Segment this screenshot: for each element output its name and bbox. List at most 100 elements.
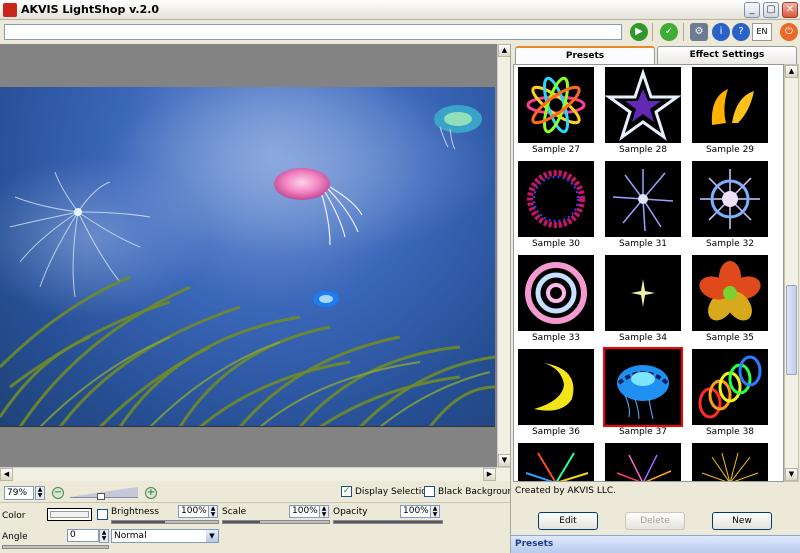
help-icon[interactable]: ? — [732, 23, 750, 41]
preset-item[interactable]: Sample 33 — [514, 255, 598, 349]
zoom-out-icon[interactable]: − — [52, 487, 64, 499]
window-title: AKVIS LightShop v.2.0 — [21, 3, 160, 16]
settings-icon[interactable]: ⚙ — [690, 23, 708, 41]
preset-label: Sample 38 — [705, 427, 755, 437]
info-icon[interactable]: i — [712, 23, 730, 41]
preset-item[interactable] — [688, 443, 772, 481]
preset-item[interactable]: Sample 38 — [688, 349, 772, 443]
preset-thumbnail — [692, 349, 768, 425]
tab-presets[interactable]: Presets — [515, 46, 655, 64]
title-bar: AKVIS LightShop v.2.0 _ ▢ ✕ — [0, 0, 800, 20]
zoom-spinner[interactable]: ▲ ▼ — [35, 486, 45, 500]
black-background-checkbox[interactable] — [424, 486, 435, 497]
scale-label: Scale — [222, 507, 247, 517]
scroll-right-icon[interactable]: ▶ — [483, 468, 496, 481]
preview-vertical-scrollbar[interactable]: ▲ ▼ — [497, 44, 511, 467]
preset-thumbnail — [692, 443, 768, 481]
preset-item[interactable] — [601, 443, 685, 481]
preset-thumbnail — [605, 255, 681, 331]
preset-item[interactable]: Sample 34 — [601, 255, 685, 349]
underwater-image — [0, 87, 495, 426]
new-button[interactable]: New — [712, 512, 772, 530]
presets-panel: Presets Effect Settings Sample 27 Sample… — [510, 44, 800, 553]
presets-footer[interactable]: Presets — [511, 535, 800, 553]
preset-label: Sample 30 — [531, 239, 581, 249]
preview-horizontal-scrollbar[interactable]: ◀ ▶ — [0, 467, 510, 481]
preset-label: Sample 31 — [618, 239, 668, 249]
brightness-spinner[interactable]: ▲ ▼ — [208, 505, 218, 518]
path-input[interactable] — [4, 24, 622, 40]
preset-label: Sample 35 — [705, 333, 755, 343]
preset-item[interactable]: Sample 27 — [514, 67, 598, 161]
preset-thumbnail — [518, 349, 594, 425]
preset-item[interactable]: Sample 30 — [514, 161, 598, 255]
scroll-down-icon[interactable]: ▼ — [785, 468, 798, 481]
brightness-slider[interactable] — [111, 520, 219, 524]
preset-thumbnail — [605, 67, 681, 143]
tab-effect-settings[interactable]: Effect Settings — [657, 46, 797, 64]
presets-scrollbar[interactable]: ▲ ▼ — [784, 64, 799, 482]
opacity-slider[interactable] — [333, 520, 443, 524]
preset-label: Sample 27 — [531, 145, 581, 155]
close-icon[interactable]: ✕ — [782, 2, 798, 18]
language-selector[interactable]: EN — [752, 23, 772, 41]
zoom-in-icon[interactable]: + — [145, 487, 157, 499]
preset-item[interactable]: Sample 28 — [601, 67, 685, 161]
color-swatch[interactable] — [47, 508, 92, 521]
preset-thumbnail — [603, 347, 683, 427]
angle-slider[interactable] — [2, 545, 109, 549]
angle-spinner[interactable]: ▲ ▼ — [99, 529, 109, 543]
display-selection-label: Display Selection — [355, 487, 433, 497]
preset-label: Sample 34 — [618, 333, 668, 343]
small-blue-jellyfish — [313, 291, 339, 307]
zoom-input[interactable]: 79% — [4, 486, 34, 500]
preset-thumbnail — [518, 443, 594, 481]
maximize-icon[interactable]: ▢ — [763, 2, 779, 18]
scroll-up-icon[interactable]: ▲ — [785, 65, 798, 78]
brightness-checkbox[interactable] — [97, 509, 108, 520]
preset-thumbnail — [692, 67, 768, 143]
blend-mode-value: Normal — [114, 531, 147, 541]
preview-area[interactable] — [0, 44, 497, 467]
app-logo-icon — [3, 3, 17, 17]
preset-thumbnail — [605, 161, 681, 237]
preset-info: Created by AKVIS LLC. — [513, 482, 799, 510]
run-icon[interactable]: ▶ — [630, 23, 648, 41]
chevron-down-icon[interactable]: ▼ — [206, 530, 218, 542]
blend-mode-select[interactable]: Normal ▼ — [111, 529, 219, 543]
preset-item[interactable]: Sample 32 — [688, 161, 772, 255]
delete-button[interactable]: Delete — [625, 512, 685, 530]
opacity-spinner[interactable]: ▲ ▼ — [430, 505, 440, 518]
presets-scrollbar-thumb[interactable] — [786, 285, 797, 375]
preset-thumbnail — [605, 443, 681, 481]
toolbar-separator — [652, 23, 653, 41]
preset-thumbnail — [518, 67, 594, 143]
preset-item[interactable] — [514, 443, 598, 481]
preset-label: Sample 32 — [705, 239, 755, 249]
preset-label: Sample 29 — [705, 145, 755, 155]
presets-gallery[interactable]: Sample 27 Sample 28 Sample 29 Sample 30 … — [513, 64, 784, 482]
preset-label: Sample 33 — [531, 333, 581, 343]
preset-item[interactable]: Sample 35 — [688, 255, 772, 349]
zoom-slider-thumb[interactable] — [97, 493, 105, 500]
edit-button[interactable]: Edit — [538, 512, 598, 530]
power-icon[interactable]: ⏻ — [780, 23, 798, 41]
angle-input[interactable]: 0 — [67, 529, 99, 542]
apply-check-icon[interactable]: ✓ — [660, 23, 678, 41]
color-label: Color — [2, 511, 26, 521]
preset-item-selected[interactable]: Sample 37 — [601, 347, 685, 443]
angle-label: Angle — [2, 532, 28, 542]
image-canvas[interactable] — [0, 87, 495, 427]
minimize-icon[interactable]: _ — [744, 2, 760, 18]
preset-thumbnail — [518, 161, 594, 237]
preset-label: Sample 37 — [618, 427, 668, 437]
preset-label: Sample 36 — [531, 427, 581, 437]
brightness-label: Brightness — [111, 507, 159, 517]
display-selection-checkbox[interactable]: ✓ — [341, 486, 352, 497]
preset-item[interactable]: Sample 36 — [514, 349, 598, 443]
scroll-left-icon[interactable]: ◀ — [0, 468, 13, 481]
preset-item[interactable]: Sample 29 — [688, 67, 772, 161]
preset-item[interactable]: Sample 31 — [601, 161, 685, 255]
scale-spinner[interactable]: ▲ ▼ — [319, 505, 329, 518]
scale-slider[interactable] — [222, 520, 330, 524]
